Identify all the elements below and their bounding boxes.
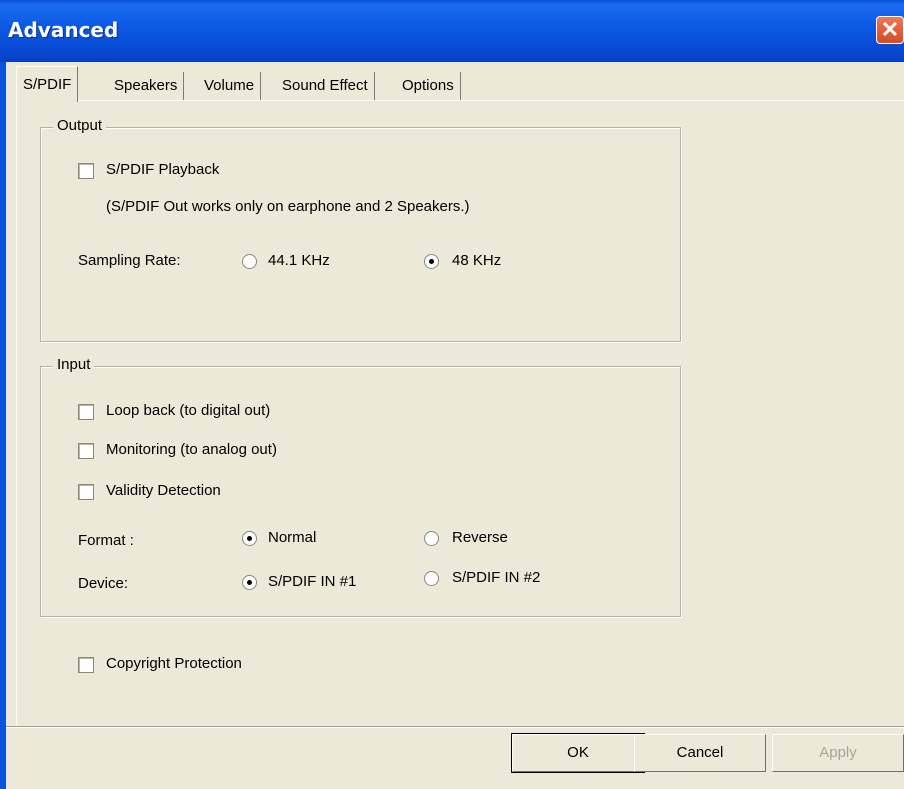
rate-48-label[interactable]: 48 KHz [452, 252, 501, 269]
loopback-label[interactable]: Loop back (to digital out) [106, 402, 270, 419]
device-label: Device: [78, 575, 129, 592]
copyright-protection-label[interactable]: Copyright Protection [106, 655, 242, 672]
tab-spdif[interactable]: S/PDIF [16, 66, 79, 102]
device-in2-radio[interactable] [424, 571, 439, 586]
loopback-checkbox[interactable] [78, 404, 94, 420]
format-reverse-radio[interactable] [424, 531, 439, 546]
tab-volume[interactable]: Volume [198, 72, 262, 100]
format-reverse-label[interactable]: Reverse [452, 529, 508, 546]
spdif-note: (S/PDIF Out works only on earphone and 2… [106, 198, 470, 215]
spdif-playback-label[interactable]: S/PDIF Playback [106, 161, 219, 178]
monitoring-label[interactable]: Monitoring (to analog out) [106, 441, 277, 458]
rate-48-radio[interactable] [424, 254, 439, 269]
device-in2-label[interactable]: S/PDIF IN #2 [452, 569, 540, 586]
monitoring-checkbox[interactable] [78, 443, 94, 459]
output-group: Output [40, 117, 681, 342]
button-divider [6, 726, 904, 728]
tab-speakers[interactable]: Speakers [108, 72, 185, 100]
advanced-dialog: Advanced ✕ S/PDIF Speakers Volume Sound … [0, 0, 904, 789]
tab-options[interactable]: Options [396, 72, 461, 100]
sampling-rate-label: Sampling Rate: [78, 252, 181, 269]
rate-44-1-radio[interactable] [242, 254, 257, 269]
validity-detection-label[interactable]: Validity Detection [106, 482, 221, 499]
window-title: Advanced [8, 18, 119, 42]
device-in1-label[interactable]: S/PDIF IN #1 [268, 573, 356, 590]
validity-detection-checkbox[interactable] [78, 484, 94, 500]
format-label: Format : [78, 532, 134, 549]
input-group-title: Input [53, 356, 95, 373]
ok-button[interactable]: OK [511, 733, 645, 773]
rate-44-1-label[interactable]: 44.1 KHz [268, 252, 330, 269]
format-normal-radio[interactable] [242, 531, 257, 546]
apply-button[interactable]: Apply [772, 734, 904, 772]
device-in1-radio[interactable] [242, 575, 257, 590]
output-group-title: Output [53, 117, 107, 134]
spdif-playback-checkbox[interactable] [78, 163, 94, 179]
title-bar[interactable]: Advanced ✕ [0, 0, 904, 62]
copyright-protection-checkbox[interactable] [78, 657, 94, 673]
close-icon[interactable]: ✕ [876, 16, 904, 44]
cancel-button[interactable]: Cancel [634, 734, 766, 772]
tab-sound-effect[interactable]: Sound Effect [276, 72, 375, 100]
format-normal-label[interactable]: Normal [268, 529, 316, 546]
